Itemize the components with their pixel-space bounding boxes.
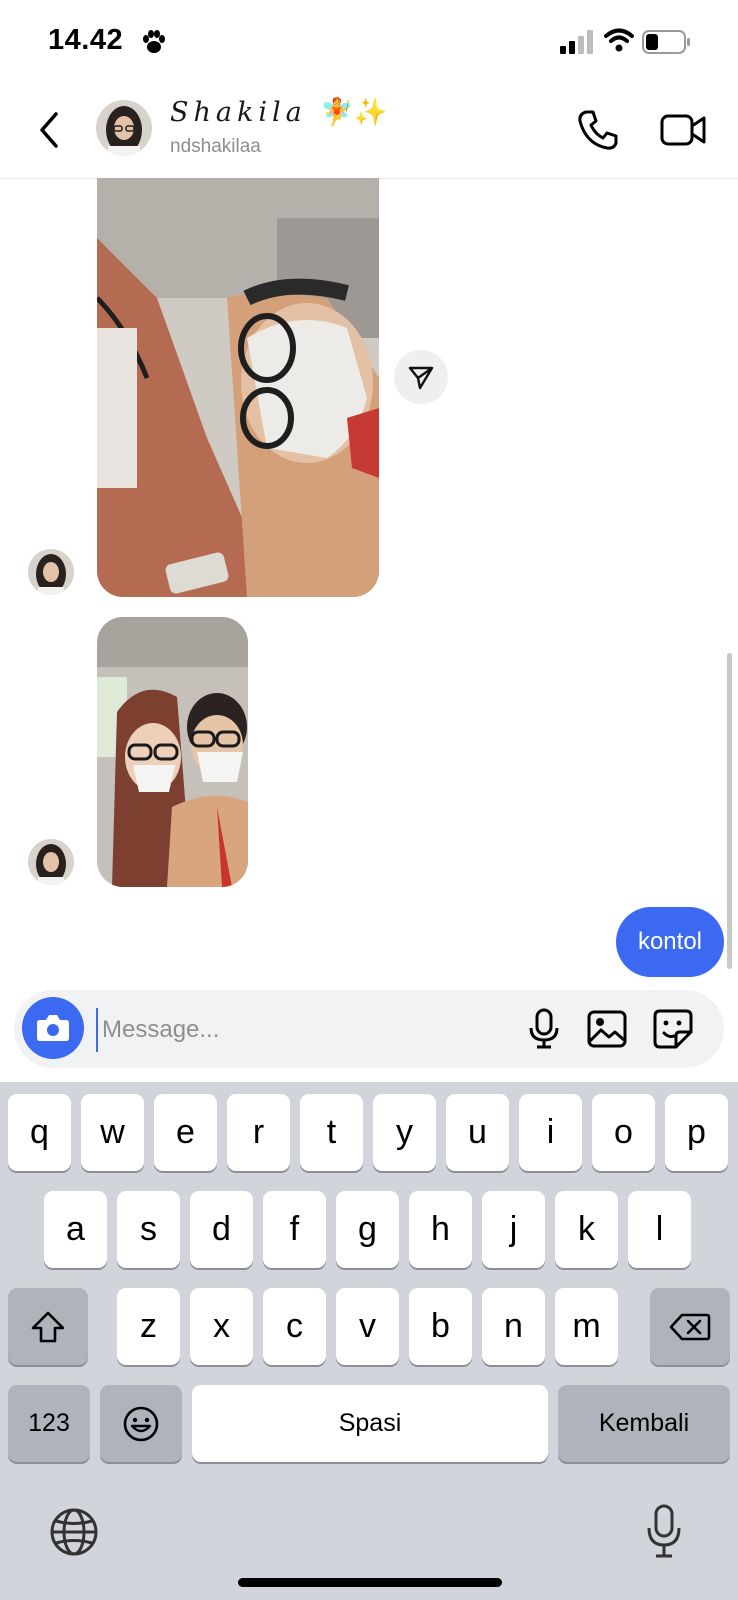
contact-avatar[interactable]	[96, 100, 152, 156]
scroll-indicator[interactable]	[727, 653, 732, 969]
key-q[interactable]: q	[8, 1094, 71, 1171]
key-b[interactable]: b	[409, 1288, 472, 1365]
gallery-icon[interactable]	[586, 1008, 628, 1050]
key-y[interactable]: y	[373, 1094, 436, 1171]
contact-display-name[interactable]: Shakila 🧚✨	[170, 96, 388, 128]
photo-message[interactable]	[97, 617, 248, 887]
sticker-icon[interactable]	[652, 1008, 694, 1050]
backspace-icon	[669, 1313, 711, 1340]
phone-icon[interactable]	[576, 108, 620, 152]
chat-header: Shakila 🧚✨ ndshakilaa	[0, 86, 738, 179]
key-j[interactable]: j	[482, 1191, 545, 1268]
key-c[interactable]: c	[263, 1288, 326, 1365]
key-k[interactable]: k	[555, 1191, 618, 1268]
back-button[interactable]	[30, 108, 70, 152]
key-g[interactable]: g	[336, 1191, 399, 1268]
sent-message-bubble[interactable]: kontol	[615, 907, 724, 977]
key-v[interactable]: v	[336, 1288, 399, 1365]
globe-icon[interactable]	[48, 1506, 100, 1558]
key-p[interactable]: p	[665, 1094, 728, 1171]
keyboard: q w e r t y u i o p a s d f g h j k l z …	[0, 1082, 738, 1600]
camera-button[interactable]	[22, 997, 84, 1059]
photo-image	[97, 178, 379, 597]
sender-avatar[interactable]	[28, 839, 74, 885]
key-z[interactable]: z	[117, 1288, 180, 1365]
backspace-key[interactable]	[650, 1288, 730, 1365]
message-input[interactable]	[96, 1008, 434, 1052]
key-t[interactable]: t	[300, 1094, 363, 1171]
camera-icon	[37, 1015, 69, 1041]
key-h[interactable]: h	[409, 1191, 472, 1268]
wifi-icon	[604, 28, 634, 52]
key-i[interactable]: i	[519, 1094, 582, 1171]
key-d[interactable]: d	[190, 1191, 253, 1268]
battery-icon	[642, 30, 690, 54]
numbers-key[interactable]: 123	[8, 1385, 90, 1462]
message-composer	[14, 990, 724, 1068]
key-e[interactable]: e	[154, 1094, 217, 1171]
key-n[interactable]: n	[482, 1288, 545, 1365]
key-x[interactable]: x	[190, 1288, 253, 1365]
key-l[interactable]: l	[628, 1191, 691, 1268]
key-o[interactable]: o	[592, 1094, 655, 1171]
shift-key[interactable]	[8, 1288, 88, 1365]
video-icon[interactable]	[660, 108, 706, 152]
emoji-key[interactable]	[100, 1385, 182, 1462]
mic-icon[interactable]	[524, 1008, 564, 1050]
sender-avatar[interactable]	[28, 549, 74, 595]
return-key[interactable]: Kembali	[558, 1385, 730, 1462]
photo-message[interactable]	[97, 178, 379, 597]
dictation-mic-icon[interactable]	[644, 1504, 684, 1560]
key-s[interactable]: s	[117, 1191, 180, 1268]
shift-icon	[31, 1311, 65, 1342]
photo-image	[97, 617, 248, 887]
share-button[interactable]	[394, 350, 448, 404]
key-w[interactable]: w	[81, 1094, 144, 1171]
key-u[interactable]: u	[446, 1094, 509, 1171]
send-icon	[408, 366, 434, 390]
key-a[interactable]: a	[44, 1191, 107, 1268]
signal-icon	[560, 30, 593, 54]
contact-username: ndshakilaa	[170, 136, 261, 157]
display-name-emoji: 🧚✨	[320, 97, 388, 128]
key-r[interactable]: r	[227, 1094, 290, 1171]
display-name-text: Shakila	[170, 97, 307, 128]
space-key[interactable]: Spasi	[192, 1385, 548, 1462]
home-indicator[interactable]	[238, 1578, 502, 1587]
key-m[interactable]: m	[555, 1288, 618, 1365]
status-time: 14.42	[48, 24, 124, 56]
emoji-icon	[123, 1406, 159, 1441]
paw-icon	[143, 30, 165, 53]
key-f[interactable]: f	[263, 1191, 326, 1268]
